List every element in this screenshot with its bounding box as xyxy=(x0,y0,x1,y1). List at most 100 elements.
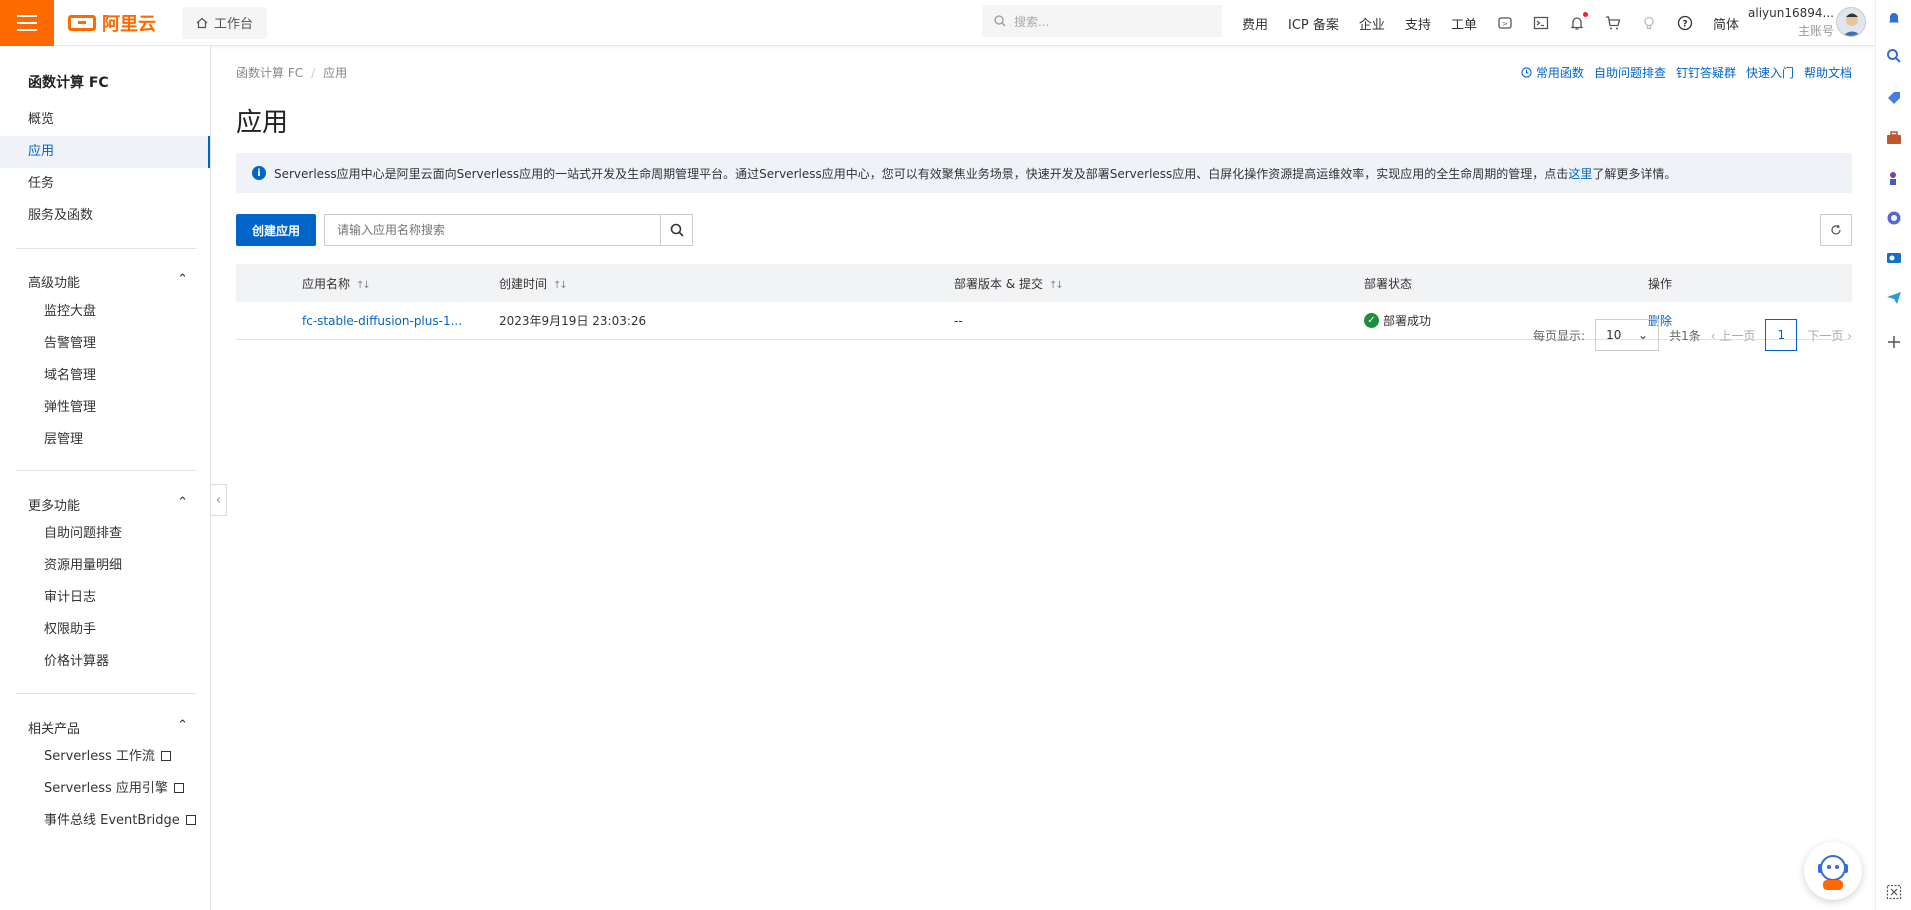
sidebar-group-label: 更多功能 xyxy=(28,499,81,514)
language-switch[interactable]: 简体 xyxy=(1713,14,1739,33)
dingtalk-group-link[interactable]: 钉钉答疑群 xyxy=(1676,64,1736,81)
header-label: 部署版本 & 提交 xyxy=(954,276,1043,291)
sort-icon: ↑↓ xyxy=(356,279,371,291)
chess-icon[interactable] xyxy=(1886,170,1902,186)
nav-icp[interactable]: ICP 备案 xyxy=(1288,14,1339,33)
tag-icon[interactable] xyxy=(1886,90,1902,106)
sidebar-item-services-functions[interactable]: 服务及函数 xyxy=(0,200,210,232)
page-number-1[interactable]: 1 xyxy=(1765,319,1798,351)
create-application-button[interactable]: 创建应用 xyxy=(236,214,316,246)
add-icon[interactable] xyxy=(1886,334,1902,350)
user-name: aliyun16894... xyxy=(1748,6,1834,20)
sidebar: 函数计算 FC 概览 应用 任务 服务及函数 高级功能 ⌃ 监控大盘 告警管理 … xyxy=(0,46,211,910)
search-icon xyxy=(994,15,1006,27)
status-label: 部署成功 xyxy=(1383,314,1432,328)
help-docs-link[interactable]: 帮助文档 xyxy=(1804,64,1852,81)
brand-name: 阿里云 xyxy=(102,13,156,35)
workbench-label: 工作台 xyxy=(214,17,254,32)
sidebar-item-permission-helper[interactable]: 权限助手 xyxy=(0,614,210,646)
sidebar-item-audit-log[interactable]: 审计日志 xyxy=(0,582,210,614)
header-label: 创建时间 xyxy=(499,276,548,291)
assistant-bot-button[interactable] xyxy=(1804,842,1862,900)
col-app-name[interactable]: 应用名称 ↑↓ xyxy=(302,275,371,292)
bell-icon[interactable] xyxy=(1886,10,1902,26)
breadcrumb: 函数计算 FC / 应用 xyxy=(236,64,347,81)
workbench-button[interactable]: 工作台 xyxy=(182,6,268,39)
sidebar-group-advanced[interactable]: 高级功能 ⌃ xyxy=(28,272,188,291)
search-icon[interactable] xyxy=(1886,48,1902,64)
user-account[interactable]: aliyun16894... 主账号 xyxy=(1748,4,1834,40)
sidebar-group-related[interactable]: 相关产品 ⌃ xyxy=(28,718,188,737)
nav-fees[interactable]: 费用 xyxy=(1242,14,1268,33)
sidebar-item-usage-details[interactable]: 资源用量明细 xyxy=(0,550,210,582)
global-search-input[interactable]: 搜索... xyxy=(982,5,1222,37)
top-nav-links: 费用 ICP 备案 企业 支持 工单 > ? 简体 xyxy=(1242,0,1739,46)
sidebar-group-label: 相关产品 xyxy=(28,722,81,737)
info-more-link[interactable]: 这里 xyxy=(1568,167,1592,181)
common-functions-link[interactable]: 常用函数 xyxy=(1521,64,1584,81)
global-search-placeholder: 搜索... xyxy=(1014,14,1050,29)
sidebar-collapse-toggle[interactable]: ‹ xyxy=(211,484,227,516)
lightbulb-icon[interactable] xyxy=(1641,15,1657,31)
cart-icon[interactable] xyxy=(1605,15,1621,31)
external-link-icon xyxy=(160,751,171,761)
sidebar-item-sae[interactable]: Serverless 应用引擎 xyxy=(0,773,210,805)
info-banner: i Serverless应用中心是阿里云面向Serverless应用的一站式开发… xyxy=(236,153,1852,193)
per-page-select[interactable]: 10 ⌄ xyxy=(1595,319,1660,351)
sidebar-group-more[interactable]: 更多功能 ⌃ xyxy=(28,495,188,514)
prev-label: 上一页 xyxy=(1719,328,1756,343)
user-role: 主账号 xyxy=(1797,24,1834,38)
sidebar-item-self-diagnosis[interactable]: 自助问题排查 xyxy=(0,518,210,550)
breadcrumb-current: 应用 xyxy=(323,66,348,80)
copilot-icon[interactable] xyxy=(1886,210,1902,226)
help-icon[interactable]: ? xyxy=(1677,15,1693,31)
toolbox-icon[interactable] xyxy=(1886,130,1902,146)
brand-logo[interactable]: 阿里云 xyxy=(68,10,156,36)
svg-text:?: ? xyxy=(1682,19,1687,29)
sidebar-item-serverless-workflow[interactable]: Serverless 工作流 xyxy=(0,741,210,773)
breadcrumb-fc[interactable]: 函数计算 FC xyxy=(236,66,303,80)
nav-ticket[interactable]: 工单 xyxy=(1451,14,1477,33)
robot-assistant-icon xyxy=(1818,855,1848,890)
terminal-icon[interactable] xyxy=(1533,15,1549,31)
next-page-button[interactable]: 下一页 › xyxy=(1807,327,1852,344)
app-search-input[interactable] xyxy=(325,215,660,245)
bell-icon[interactable] xyxy=(1569,12,1588,31)
paper-plane-icon[interactable] xyxy=(1886,290,1902,306)
avatar[interactable] xyxy=(1836,7,1866,37)
sidebar-divider xyxy=(16,693,196,694)
chevron-left-icon: ‹ xyxy=(215,492,222,508)
close-panel-icon[interactable] xyxy=(1886,884,1902,900)
prev-page-button[interactable]: ‹ 上一页 xyxy=(1711,327,1756,344)
next-label: 下一页 xyxy=(1807,328,1844,343)
menu-icon[interactable] xyxy=(0,0,54,46)
sidebar-item-domains[interactable]: 域名管理 xyxy=(0,360,210,392)
outlook-icon[interactable] xyxy=(1886,250,1902,266)
nav-support[interactable]: 支持 xyxy=(1405,14,1431,33)
quick-start-link[interactable]: 快速入门 xyxy=(1746,64,1794,81)
app-name-link[interactable]: fc-stable-diffusion-plus-1... xyxy=(302,314,462,328)
sidebar-item-alerts[interactable]: 告警管理 xyxy=(0,328,210,360)
sidebar-item-eventbridge[interactable]: 事件总线 EventBridge xyxy=(0,805,210,837)
sidebar-item-layers[interactable]: 层管理 xyxy=(0,424,210,456)
check-circle-icon: ✓ xyxy=(1364,313,1379,328)
nav-enterprise[interactable]: 企业 xyxy=(1359,14,1385,33)
col-version[interactable]: 部署版本 & 提交 ↑↓ xyxy=(954,275,1064,292)
info-body: Serverless应用中心是阿里云面向Serverless应用的一站式开发及生… xyxy=(274,166,1569,181)
notification-dot xyxy=(1582,12,1588,17)
col-deploy-status: 部署状态 xyxy=(1364,276,1413,291)
sidebar-item-tasks[interactable]: 任务 xyxy=(0,168,210,200)
search-icon xyxy=(670,223,684,237)
sidebar-item-monitoring[interactable]: 监控大盘 xyxy=(0,296,210,328)
sidebar-item-applications[interactable]: 应用 xyxy=(0,136,210,168)
sidebar-item-overview[interactable]: 概览 xyxy=(0,104,210,136)
sidebar-item-elastic[interactable]: 弹性管理 xyxy=(0,392,210,424)
sidebar-item-price-calculator[interactable]: 价格计算器 xyxy=(0,646,210,678)
self-diagnosis-link[interactable]: 自助问题排查 xyxy=(1594,64,1666,81)
refresh-button[interactable] xyxy=(1820,214,1852,246)
search-button[interactable] xyxy=(660,215,692,245)
total-count: 共1条 xyxy=(1669,328,1701,343)
col-created-time[interactable]: 创建时间 ↑↓ xyxy=(499,275,568,292)
page-title: 应用 xyxy=(236,108,289,138)
cloud-shell-icon[interactable]: > xyxy=(1497,15,1513,31)
